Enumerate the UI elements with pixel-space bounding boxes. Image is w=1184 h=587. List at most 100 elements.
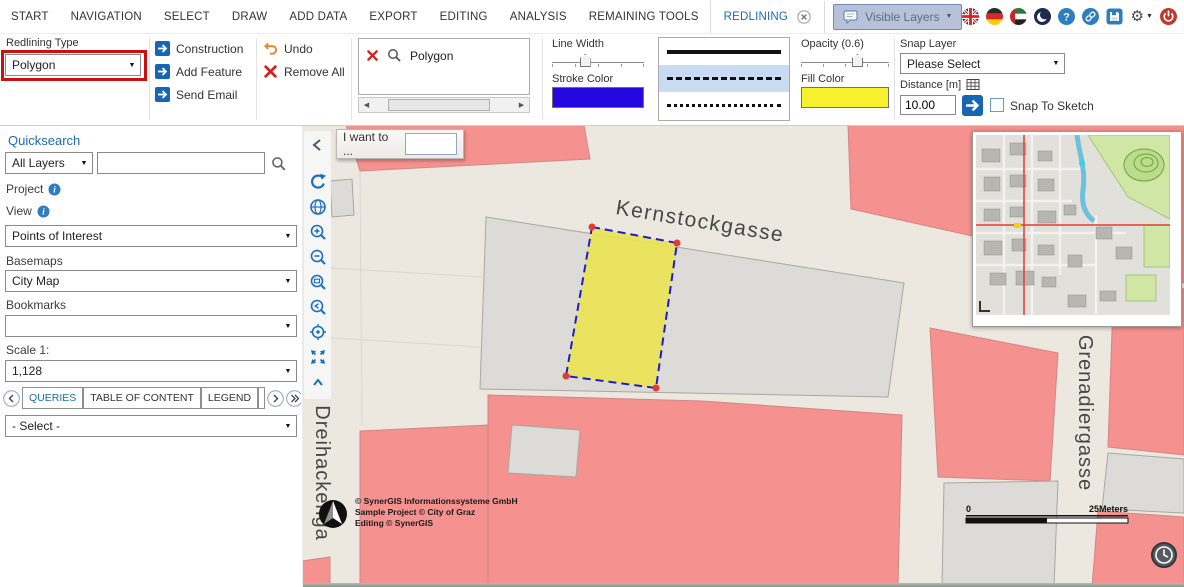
tab-analysis[interactable]: ANALYSIS (499, 11, 578, 23)
chevron-down-icon: ▼ (280, 233, 296, 240)
tab-select[interactable]: SELECT (153, 11, 221, 23)
slider-thumb[interactable] (580, 54, 591, 67)
full-extent-arrows-button[interactable] (307, 346, 329, 368)
delete-element-icon[interactable] (366, 49, 379, 62)
night-mode-icon[interactable] (1034, 8, 1051, 25)
basemap-dropdown[interactable]: City Map▼ (5, 270, 297, 292)
bookmarks-dropdown[interactable]: ▼ (5, 315, 297, 337)
tabs-scroll-left-icon[interactable] (3, 390, 20, 407)
distance-input[interactable] (900, 95, 956, 115)
tab-redlining[interactable]: REDLINING (710, 1, 825, 33)
zoom-to-element-icon[interactable] (387, 48, 402, 63)
vertex-handle[interactable] (589, 224, 596, 231)
add-feature-button[interactable]: Add Feature (155, 64, 242, 79)
center-map-button[interactable] (307, 321, 329, 343)
fill-color-swatch[interactable] (801, 87, 889, 108)
flag-ae-icon[interactable] (1010, 8, 1027, 25)
ribbon-separator (894, 38, 895, 120)
send-email-button[interactable]: Send Email (155, 87, 237, 102)
line-style-dashed[interactable] (659, 65, 789, 92)
redline-element-row[interactable]: Polygon (359, 39, 529, 72)
zoom-in-button[interactable] (307, 221, 329, 243)
tab-remaining-tools[interactable]: REMAINING TOOLS (578, 11, 710, 23)
snap-layer-dropdown[interactable]: Please Select▼ (900, 53, 1065, 74)
visible-layers-button[interactable]: Visible Layers ▼ (833, 4, 962, 30)
construction-button[interactable]: Construction (155, 41, 243, 56)
tab-legend[interactable]: LEGEND (201, 387, 258, 409)
bubble-icon (843, 10, 859, 24)
snap-apply-arrow-button[interactable] (962, 95, 983, 116)
undo-button[interactable]: Undo (263, 41, 313, 56)
snap-to-sketch-checkbox[interactable] (990, 98, 1004, 112)
tab-draw[interactable]: DRAW (221, 11, 279, 23)
logout-power-icon[interactable] (1160, 8, 1177, 25)
add-feature-label: Add Feature (176, 65, 242, 79)
zoom-previous-button[interactable] (307, 296, 329, 318)
scroll-track[interactable] (374, 98, 514, 112)
arrow-square-icon (155, 87, 170, 102)
link-icon[interactable] (1082, 8, 1099, 25)
line-width-slider[interactable] (552, 53, 644, 69)
tab-clipped[interactable]: L (258, 387, 265, 409)
tabs-scroll-end-icon[interactable] (286, 390, 301, 407)
full-extent-globe-button[interactable] (307, 196, 329, 218)
tab-navigation[interactable]: NAVIGATION (60, 11, 153, 23)
tab-queries[interactable]: QUERIES (22, 387, 83, 409)
vertex-handle[interactable] (563, 373, 570, 380)
svg-text:© SynerGIS Informationssysteme: © SynerGIS Informationssysteme GmbH (355, 496, 518, 506)
tab-start[interactable]: START (0, 11, 60, 23)
opacity-slider[interactable] (801, 53, 889, 69)
chevron-left-icon (309, 136, 327, 154)
query-select-value: - Select - (12, 419, 60, 433)
close-tab-icon[interactable] (797, 10, 811, 24)
stroke-color-swatch[interactable] (552, 87, 644, 108)
flag-de-icon[interactable] (986, 8, 1003, 25)
distance-label-row: Distance [m] (900, 78, 980, 91)
zoom-out-button[interactable] (307, 246, 329, 268)
search-icon[interactable] (271, 156, 287, 172)
elements-scrollbar[interactable]: ◀ ▶ (358, 97, 530, 113)
scale-dropdown[interactable]: 1,128▼ (5, 360, 297, 382)
redlining-type-dropdown[interactable]: Polygon▼ (5, 54, 141, 76)
line-style-solid[interactable] (659, 38, 789, 65)
tab-add-data[interactable]: ADD DATA (278, 11, 358, 23)
scroll-right-icon[interactable]: ▶ (514, 101, 529, 109)
ribbon-toolbar: Redlining Type Polygon▼ Construction Add… (0, 33, 1184, 126)
i-want-to-input[interactable] (405, 133, 457, 155)
search-scope-dropdown[interactable]: All Layers▼ (5, 152, 93, 174)
tab-export[interactable]: EXPORT (358, 11, 428, 23)
line-style-dotted[interactable] (659, 92, 789, 119)
vertex-handle[interactable] (653, 385, 660, 392)
remove-all-button[interactable]: Remove All (263, 64, 345, 79)
flag-uk-icon[interactable] (962, 8, 979, 25)
project-label: Project (6, 182, 43, 196)
slider-thumb[interactable] (852, 54, 863, 67)
expand-arrows-icon (309, 348, 327, 366)
zoom-window-button[interactable] (307, 271, 329, 293)
view-dropdown[interactable]: Points of Interest▼ (5, 225, 297, 247)
tab-redlining-label: REDLINING (724, 11, 788, 23)
search-input[interactable] (97, 152, 265, 174)
quicksearch-link[interactable]: Quicksearch (8, 133, 80, 148)
search-scope-value: All Layers (12, 156, 65, 170)
save-icon[interactable] (1106, 8, 1123, 25)
settings-button[interactable]: ⚙▼ (1130, 8, 1152, 25)
vertex-handle[interactable] (674, 240, 681, 247)
refresh-map-button[interactable] (307, 171, 329, 193)
i-want-to-widget[interactable]: I want to ... (336, 129, 464, 159)
query-select-dropdown[interactable]: - Select -▼ (5, 415, 297, 437)
scroll-left-icon[interactable]: ◀ (359, 101, 374, 109)
map-viewport[interactable]: Kernstockgasse Grenadiergasse Dreihacken… (302, 125, 1184, 587)
tab-editing[interactable]: EDITING (429, 11, 499, 23)
collapse-toolbar-button[interactable] (307, 371, 329, 393)
help-icon[interactable]: ? (1058, 8, 1075, 25)
overview-map[interactable] (972, 131, 1182, 327)
menu-bar: START NAVIGATION SELECT DRAW ADD DATA EX… (0, 0, 1184, 34)
history-clock-button[interactable] (1150, 541, 1178, 569)
tab-table-of-content[interactable]: TABLE OF CONTENT (83, 387, 201, 409)
tabs-scroll-right-icon[interactable] (267, 390, 284, 407)
info-icon[interactable]: i (37, 205, 50, 218)
info-icon[interactable]: i (48, 183, 61, 196)
scroll-thumb[interactable] (388, 99, 490, 111)
collapse-sidebar-button[interactable] (307, 134, 329, 156)
